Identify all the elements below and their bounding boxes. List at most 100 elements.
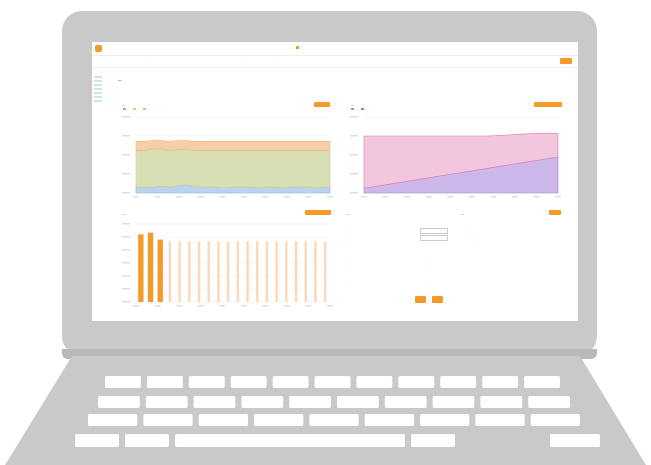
step-5[interactable]: ... — [272, 60, 274, 63]
financial-row-label: ... — [348, 280, 351, 283]
bar — [217, 241, 220, 302]
financial-row-label: ... — [348, 265, 351, 268]
user-menu[interactable]: ... — [569, 47, 572, 51]
keyboard-key — [241, 396, 284, 408]
notes-list: ... ... ... ... — [467, 227, 475, 243]
keyboard-key — [145, 396, 188, 408]
x-tick-label — [327, 305, 333, 307]
side-menu-item[interactable] — [94, 84, 102, 86]
area-series-3 — [135, 140, 331, 151]
bar — [157, 239, 163, 302]
y-tick-label — [122, 288, 130, 290]
x-tick-label — [154, 305, 161, 307]
side-menu-item[interactable] — [94, 80, 102, 82]
y-tick-label — [350, 135, 358, 137]
bar — [294, 241, 298, 302]
x-tick-label — [425, 196, 432, 198]
x-tick-label — [262, 196, 269, 198]
bar — [168, 241, 172, 302]
x-tick-label — [447, 196, 454, 198]
nav-item-1[interactable]: ... — [118, 47, 121, 51]
laptop-deck — [5, 356, 646, 465]
financial-row-value: ... — [425, 265, 428, 268]
step-1[interactable]: ... — [104, 60, 106, 63]
side-menu-item[interactable] — [94, 76, 102, 78]
x-tick-label — [361, 196, 367, 198]
legend-swatch — [360, 108, 364, 111]
legend-swatch — [351, 108, 354, 111]
bar — [188, 241, 191, 302]
status-banner: ... — [292, 46, 299, 50]
keyboard-key — [480, 396, 523, 408]
x-tick-label — [219, 305, 226, 307]
keyboard-key — [482, 376, 519, 388]
side-menu-item[interactable] — [94, 88, 102, 90]
bar — [275, 241, 278, 302]
legend-swatch — [132, 108, 136, 111]
y-tick-label — [122, 249, 130, 251]
bar-chart-options-button[interactable] — [305, 210, 331, 215]
x-tick-label — [240, 196, 247, 198]
step-2[interactable]: ... — [147, 60, 149, 63]
keyboard-key — [550, 434, 600, 447]
financial-row: ... ... — [348, 280, 448, 286]
legend-item: ... — [364, 108, 367, 111]
app-logo-icon[interactable] — [95, 45, 102, 52]
x-tick-label — [176, 196, 183, 198]
side-menu-item[interactable] — [94, 92, 102, 94]
keyboard-key — [411, 434, 455, 447]
legend-item: ... — [136, 108, 139, 111]
keyboard-key — [309, 414, 359, 426]
status-banner-text: ... — [292, 46, 295, 50]
financial-row-value: ... — [425, 258, 428, 261]
page-title: ... — [118, 77, 122, 82]
bar — [314, 241, 317, 302]
keyboard-key — [475, 414, 525, 426]
keyboard-key — [125, 434, 169, 447]
keyboard-key — [337, 396, 379, 408]
financial-row: ... ... — [348, 265, 448, 271]
x-tick-label — [490, 196, 497, 198]
step-4[interactable]: ... — [242, 60, 244, 63]
keyboard-key — [198, 414, 248, 426]
financial-cancel-button[interactable] — [415, 296, 426, 303]
keyboard-key — [432, 396, 475, 408]
keyboard-key — [289, 396, 331, 408]
legend-swatch — [142, 108, 146, 111]
notes-item: ... — [473, 239, 476, 242]
notes-edit-button[interactable] — [549, 210, 561, 215]
y-tick-label — [122, 135, 130, 137]
keyboard-key — [272, 376, 309, 388]
financial-row: ... ... — [348, 228, 448, 234]
keyboard-key — [98, 396, 140, 408]
spacebar-key — [175, 434, 405, 447]
y-tick-label — [122, 223, 130, 225]
stacked-chart-options-button[interactable] — [534, 102, 562, 107]
step-3[interactable]: ... — [197, 60, 199, 63]
keyboard-key — [528, 396, 570, 408]
x-tick-label — [133, 196, 139, 198]
y-tick-label — [122, 236, 130, 238]
status-dot-icon — [295, 46, 299, 49]
keyboard-key — [146, 376, 183, 388]
keyboard-key — [364, 414, 414, 426]
keyboard-key — [356, 376, 393, 388]
legend-swatch — [123, 108, 126, 111]
nav-item-2[interactable]: ... — [130, 47, 133, 51]
bar — [147, 232, 154, 302]
y-tick-label — [350, 192, 358, 194]
bar — [285, 241, 288, 302]
y-tick-label — [122, 262, 130, 264]
area-chart-options-button[interactable] — [314, 102, 330, 107]
financial-save-button[interactable] — [432, 296, 443, 303]
financial-card-title: ... — [346, 212, 349, 216]
breadcrumb[interactable]: ... — [118, 72, 120, 75]
next-step-button[interactable] — [560, 58, 572, 64]
breadcrumb-right-link[interactable]: ... — [568, 72, 570, 75]
y-tick-label — [350, 154, 358, 156]
bar — [265, 241, 269, 302]
side-menu-item[interactable] — [94, 100, 102, 102]
keyboard-key — [105, 376, 141, 388]
top-navigation-bar: ... ... ... ... ... — [92, 42, 578, 56]
side-menu-item[interactable] — [94, 96, 102, 98]
